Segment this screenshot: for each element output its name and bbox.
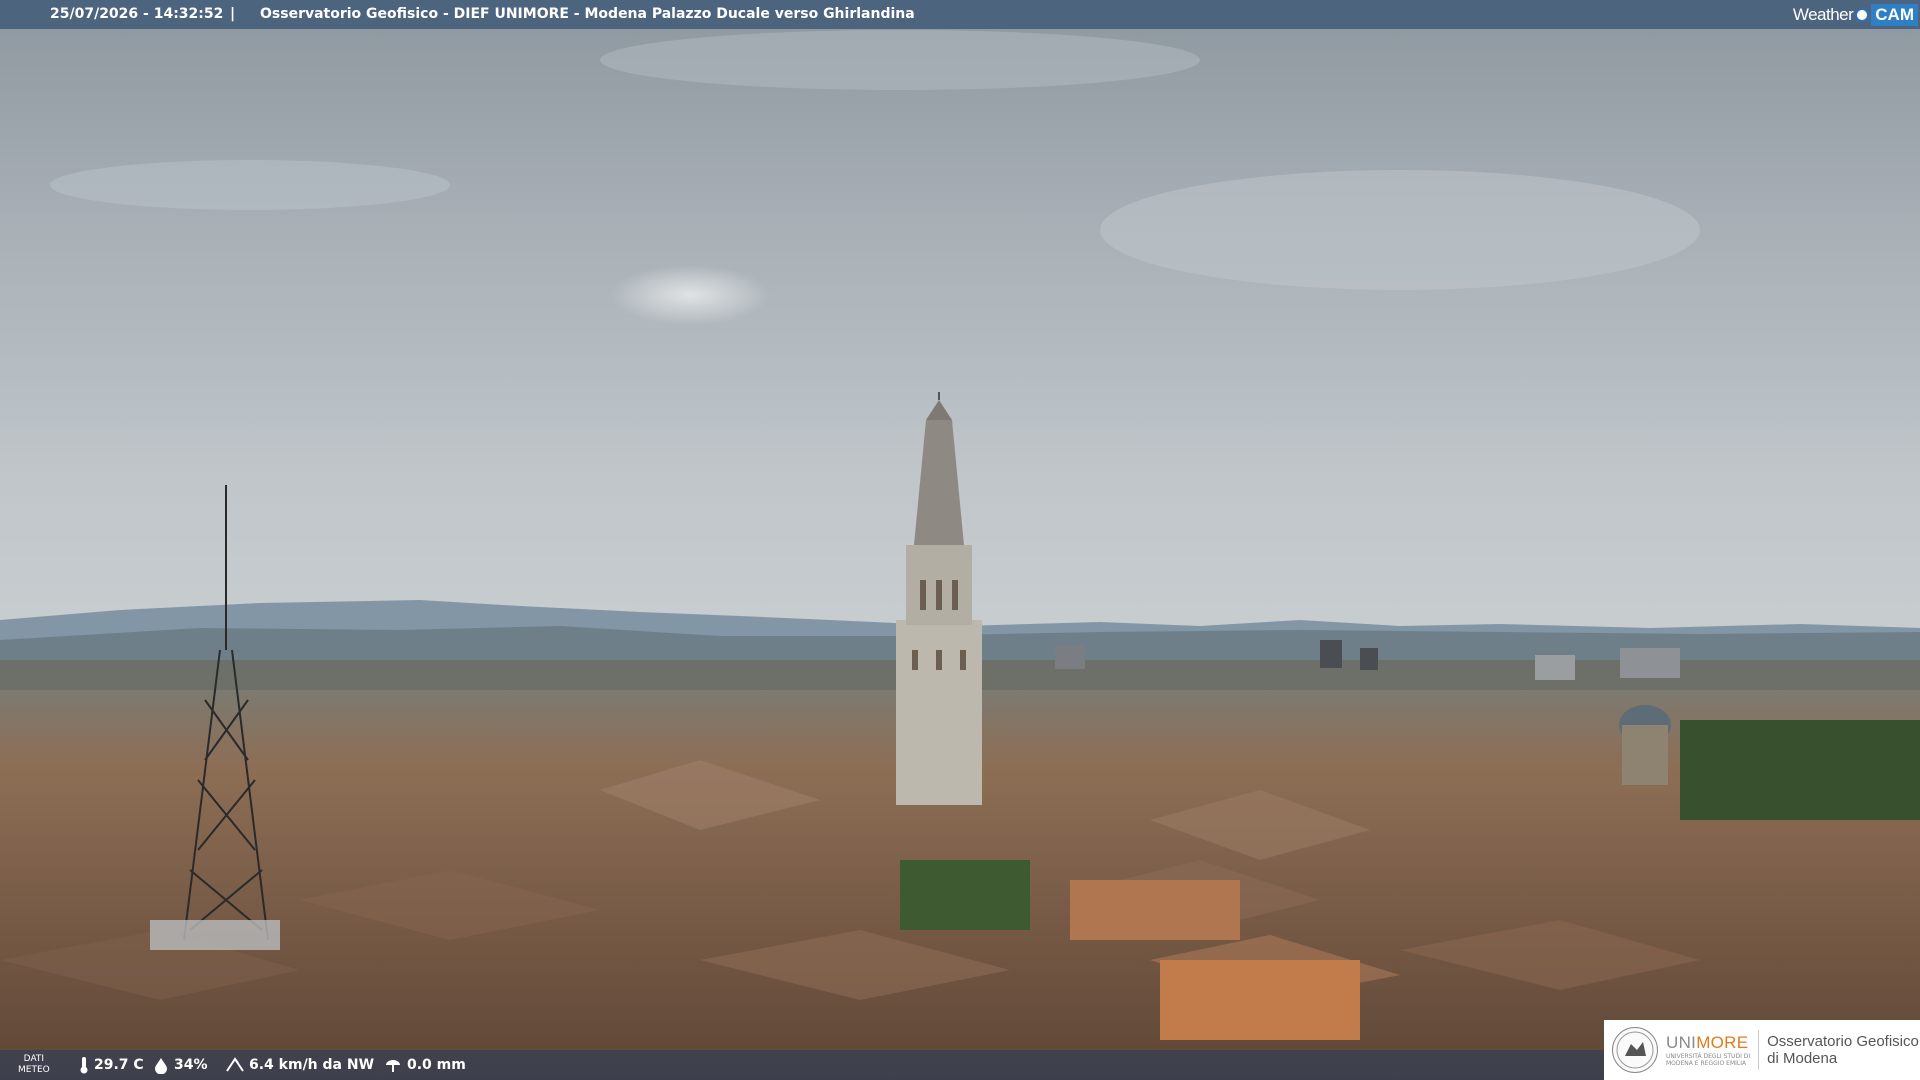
wind-reading: 6.4 km/h da NW — [225, 1050, 374, 1080]
humidity-reading: 34% — [152, 1050, 208, 1080]
temperature-reading: 29.7 C — [78, 1050, 144, 1080]
unimore-logo-box: UNIMORE UNIVERSITÀ DEGLI STUDI DI MODENA… — [1604, 1020, 1920, 1080]
temperature-value: 29.7 C — [94, 1057, 144, 1073]
weathercam-logo: Weather CAM — [1793, 2, 1918, 27]
unimore-subtitle-1: UNIVERSITÀ DEGLI STUDI DI — [1666, 1053, 1751, 1060]
cloud — [610, 265, 770, 325]
rain-reading: 0.0 mm — [383, 1050, 466, 1080]
humidity-drop-icon — [155, 1058, 167, 1074]
camera-title: Osservatorio Geofisico - DIEF UNIMORE - … — [260, 6, 915, 22]
timestamp: 25/07/2026 - 14:32:52 — [50, 6, 224, 22]
webcam-image — [0, 0, 1920, 1080]
wind-icon — [226, 1057, 244, 1072]
university-seal-icon — [1612, 1027, 1658, 1073]
brand-weather: Weather — [1792, 5, 1854, 24]
unimore-subtitle-2: MODENA E REGGIO EMILIA — [1666, 1060, 1747, 1067]
wind-value: 6.4 km/h da NW — [249, 1057, 375, 1073]
rain-gauge-icon — [386, 1060, 400, 1072]
thermometer-icon — [80, 1057, 88, 1074]
observatory-name: Osservatorio Geofisico di Modena — [1767, 1033, 1919, 1067]
unimore-wordmark: UNIMORE UNIVERSITÀ DEGLI STUDI DI MODENA… — [1666, 1033, 1750, 1067]
unimore-name: UNIMORE — [1666, 1033, 1749, 1052]
cloud — [600, 30, 1200, 90]
header-bar: 25/07/2026 - 14:32:52 | Osservatorio Geo… — [0, 0, 1920, 29]
weather-label: DATI METEO — [18, 1054, 50, 1075]
cloud — [50, 160, 450, 210]
camera-lens-icon — [1855, 7, 1870, 22]
brand-cam: CAM — [1871, 3, 1918, 26]
cloud — [1100, 170, 1700, 290]
rain-value: 0.0 mm — [407, 1057, 466, 1073]
humidity-value: 34% — [174, 1057, 208, 1073]
logo-divider — [1758, 1030, 1760, 1070]
separator: | — [230, 6, 236, 22]
